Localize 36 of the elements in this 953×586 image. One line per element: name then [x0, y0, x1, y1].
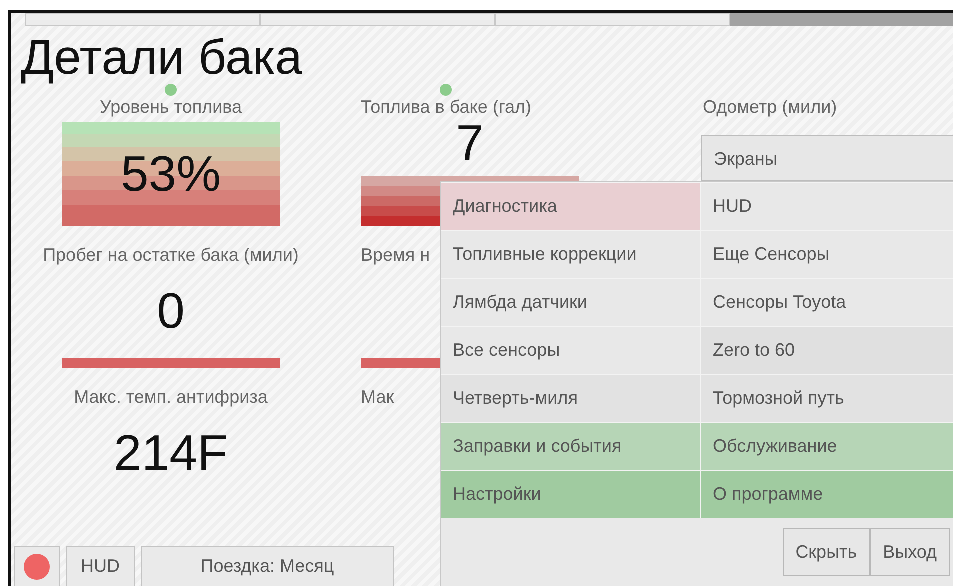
bottom-button[interactable]: HUD — [66, 546, 135, 586]
menu-button[interactable]: Скрыть — [782, 528, 870, 576]
gauge-label: Уровень топлива — [100, 96, 242, 118]
menu-item[interactable]: Настройки — [441, 471, 700, 518]
gauge-value: 0 — [157, 283, 185, 339]
menu-item[interactable]: О программе — [701, 471, 953, 518]
bottom-button[interactable]: Поездка: Месяц — [141, 546, 394, 586]
gauge-value: 7 — [456, 118, 484, 168]
menu-item[interactable]: Заправки и события — [441, 423, 700, 470]
menu-item[interactable]: Четверть-миля — [441, 375, 700, 422]
tab[interactable] — [495, 13, 730, 26]
tab[interactable] — [730, 13, 953, 26]
menu-item[interactable]: Топливные коррекции — [441, 231, 700, 278]
tab[interactable] — [260, 13, 495, 26]
menu-item[interactable]: HUD — [701, 183, 953, 230]
gauge-label: Макс. темп. антифриза — [74, 386, 268, 408]
menu-item[interactable]: Все сенсоры — [441, 327, 700, 374]
gauge-label: Пробег на остатке бака (мили) — [43, 244, 299, 266]
gauge-value: 214F — [114, 425, 228, 481]
menu-item[interactable]: Обслуживание — [701, 423, 953, 470]
menu-item[interactable]: Тормозной путь — [701, 375, 953, 422]
menu-button[interactable]: Выход — [870, 528, 950, 576]
gauge-label: Время н — [361, 244, 430, 266]
page-title: Детали бака — [21, 30, 302, 86]
menu-item[interactable]: Еще Сенсоры — [701, 231, 953, 278]
menu-item[interactable]: Диагностика — [441, 183, 700, 230]
menu-header: Экраны — [701, 135, 953, 181]
gauge-label: Топлива в баке (гал) — [361, 96, 532, 118]
menu-item[interactable]: Сенсоры Toyota — [701, 279, 953, 326]
tab[interactable] — [25, 13, 260, 26]
menu-item[interactable]: Zero to 60 — [701, 327, 953, 374]
record-button[interactable] — [14, 546, 60, 586]
gauge-label: Одометр (мили) — [703, 96, 838, 118]
gauge-label: Мак — [361, 386, 394, 408]
menu-item[interactable]: Лямбда датчики — [441, 279, 700, 326]
gauge-value: 53% — [120, 146, 222, 202]
